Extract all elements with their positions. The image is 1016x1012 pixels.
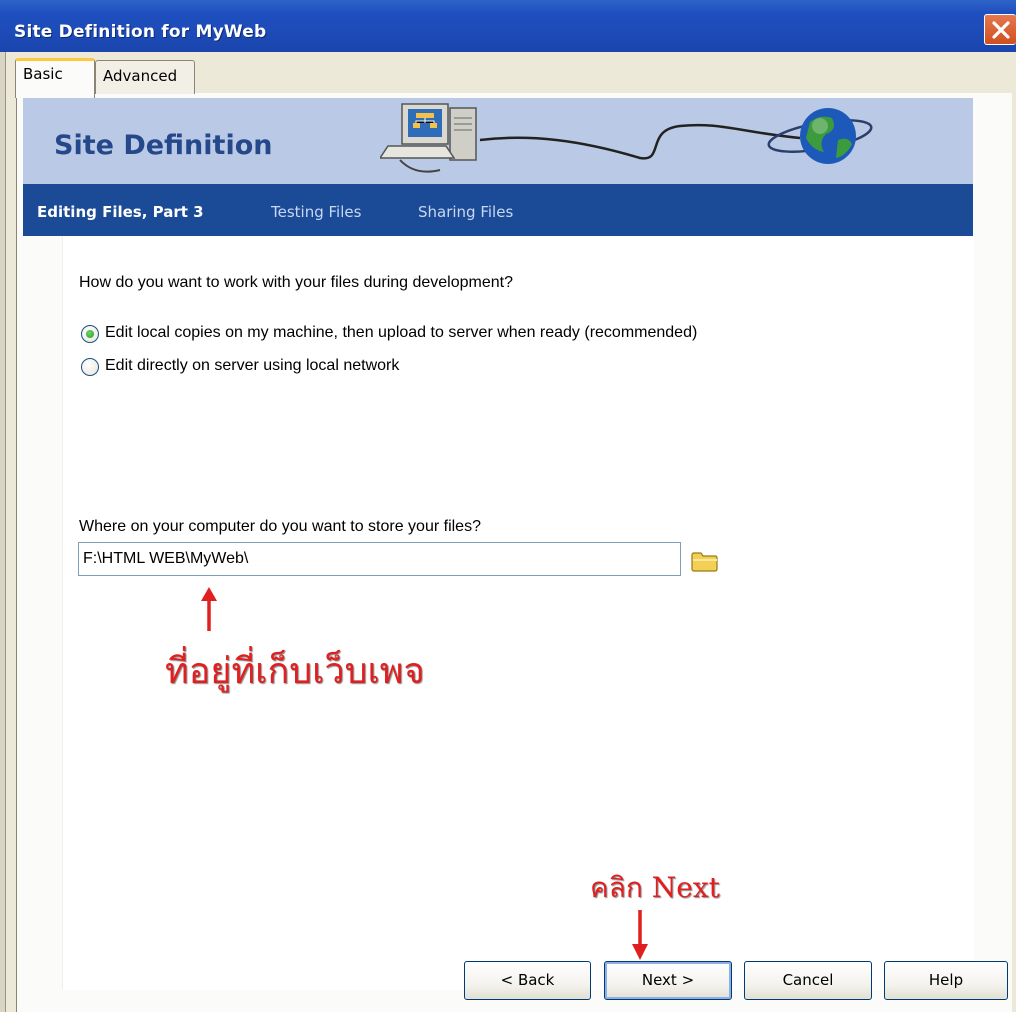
step-sharing-files: Sharing Files [418, 203, 514, 221]
local-folder-input[interactable] [78, 542, 681, 576]
arrow-down-icon [632, 910, 648, 960]
window-title: Site Definition for MyWeb [14, 22, 267, 42]
close-button[interactable] [984, 14, 1016, 45]
tab-basic[interactable]: Basic [15, 58, 95, 98]
edit-local-radio[interactable] [81, 325, 99, 343]
edit-server-label[interactable]: Edit directly on server using local netw… [105, 357, 399, 375]
step-editing-files: Editing Files, Part 3 [37, 203, 204, 221]
banner-title: Site Definition [54, 130, 273, 161]
computer-icon [380, 103, 477, 173]
click-next-annotation: คลิก Next [590, 871, 720, 904]
window-frame-left [0, 52, 6, 1012]
next-button[interactable]: Next > [604, 961, 732, 1000]
close-icon [992, 21, 1010, 39]
title-bar: Site Definition for MyWeb [0, 0, 1016, 52]
radio-selected-dot [86, 330, 94, 338]
path-annotation: ที่อยู่ที่เก็บเว็บเพจ [165, 651, 425, 692]
window-frame-right [1012, 52, 1016, 1012]
back-button[interactable]: < Back [464, 961, 591, 1000]
step-testing-files: Testing Files [271, 203, 362, 221]
store-question: Where on your computer do you want to st… [79, 518, 481, 535]
banner-illustration [380, 103, 873, 173]
edit-server-radio[interactable] [81, 358, 99, 376]
help-button[interactable]: Help [884, 961, 1008, 1000]
arrow-up-icon [201, 587, 217, 631]
cancel-button[interactable]: Cancel [744, 961, 872, 1000]
folder-icon[interactable] [690, 550, 720, 572]
tab-advanced[interactable]: Advanced [95, 60, 195, 94]
work-question: How do you want to work with your files … [79, 274, 513, 291]
edit-local-label[interactable]: Edit local copies on my machine, then up… [105, 324, 697, 342]
